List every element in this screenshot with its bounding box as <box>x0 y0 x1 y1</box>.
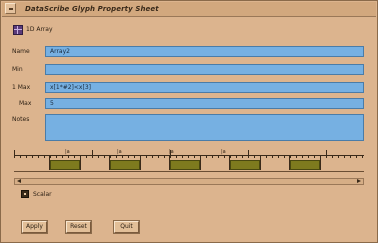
array-ruler[interactable]: |a |a |a |a <box>14 148 364 177</box>
min-label: Min <box>12 66 23 73</box>
reset-button[interactable]: Reset <box>65 220 92 234</box>
ruler-tick <box>134 155 135 158</box>
ruler-tick <box>56 155 57 158</box>
ruler-tick <box>290 155 291 158</box>
ruler-tick <box>26 155 27 158</box>
ruler-tick <box>158 155 159 158</box>
array-element-segment[interactable] <box>50 160 80 170</box>
ruler-tick <box>212 155 213 158</box>
array-element-segment[interactable] <box>170 160 200 170</box>
scalar-checkbox[interactable] <box>21 190 29 198</box>
horizontal-scrollbar[interactable] <box>14 178 364 185</box>
ruler-tick <box>128 155 129 158</box>
segment-boundary <box>140 156 141 170</box>
ruler-tick <box>206 155 207 158</box>
ruler-tick <box>176 155 177 158</box>
apply-button[interactable]: Apply <box>21 220 48 234</box>
notes-field[interactable] <box>45 114 364 141</box>
array-element-segment[interactable] <box>230 160 260 170</box>
name-label: Name <box>12 48 30 55</box>
one-max-field[interactable]: x[1*#2]<x[3] <box>45 82 364 93</box>
ruler-tick <box>182 155 183 158</box>
ruler-tick <box>284 155 285 158</box>
array-element-segment[interactable] <box>290 160 320 170</box>
segment-boundary <box>49 156 50 170</box>
window-title: DataScribe Glyph Property Sheet <box>25 5 159 13</box>
ruler-tick <box>236 155 237 158</box>
ruler-tick <box>338 155 339 158</box>
ruler-tick <box>224 155 225 158</box>
ruler-tick <box>122 155 123 158</box>
ruler-tick <box>38 155 39 158</box>
ruler-major-tick <box>92 150 93 158</box>
scalar-label: Scalar <box>33 191 52 198</box>
one-max-label: 1 Max <box>12 84 31 91</box>
segment-boundary <box>289 156 290 170</box>
ruler-tick <box>98 155 99 158</box>
ruler-major-tick <box>326 150 327 158</box>
ruler-baseline <box>14 155 364 156</box>
ruler-tick <box>44 155 45 158</box>
segment-boundary <box>260 156 261 170</box>
segment-boundary <box>109 156 110 170</box>
ruler-tick <box>194 155 195 158</box>
ruler-tick <box>110 155 111 158</box>
ruler-tick <box>344 155 345 158</box>
segment-boundary <box>169 156 170 170</box>
ruler-bottom-line <box>14 171 364 172</box>
ruler-tick <box>50 155 51 158</box>
array-element-segment[interactable] <box>110 160 140 170</box>
quit-button[interactable]: Quit <box>113 220 140 234</box>
array-type-label: 1D Array <box>26 26 53 33</box>
ruler-tick <box>86 155 87 158</box>
ruler-tick <box>164 155 165 158</box>
scroll-left-arrow-icon[interactable] <box>17 179 21 183</box>
ruler-tick <box>242 155 243 158</box>
min-field[interactable] <box>45 64 364 75</box>
ruler-tick <box>308 155 309 158</box>
ruler-tick <box>356 155 357 158</box>
name-field[interactable]: Array2 <box>45 46 364 57</box>
grid-icon <box>13 25 23 35</box>
ruler-tick <box>332 155 333 158</box>
ruler-tick <box>218 155 219 158</box>
ruler-tick <box>62 155 63 158</box>
segment-boundary <box>80 156 81 170</box>
title-bar: DataScribe Glyph Property Sheet <box>2 2 376 17</box>
ruler-tick <box>104 155 105 158</box>
ruler-tick <box>278 155 279 158</box>
window-menu-button[interactable] <box>5 3 16 14</box>
ruler-tick <box>230 155 231 158</box>
ruler-tick <box>266 155 267 158</box>
max-field[interactable]: 5 <box>45 98 364 109</box>
ruler-tick <box>68 155 69 158</box>
notes-label: Notes <box>12 116 30 123</box>
ruler-tick <box>146 155 147 158</box>
ruler-tick <box>314 155 315 158</box>
max-label: Max <box>19 100 32 107</box>
ruler-tick <box>74 155 75 158</box>
ruler-tick <box>188 155 189 158</box>
segment-boundary <box>320 156 321 170</box>
ruler-tick <box>362 155 363 158</box>
ruler-tick <box>302 155 303 158</box>
ruler-major-tick <box>248 150 249 158</box>
ruler-major-tick <box>170 150 171 158</box>
ruler-tick <box>20 155 21 158</box>
ruler-major-tick <box>14 150 15 158</box>
segment-boundary <box>229 156 230 170</box>
segment-boundary <box>200 156 201 170</box>
ruler-tick <box>152 155 153 158</box>
ruler-tick <box>254 155 255 158</box>
ruler-tick <box>272 155 273 158</box>
ruler-tick <box>296 155 297 158</box>
ruler-tick <box>116 155 117 158</box>
scroll-right-arrow-icon[interactable] <box>357 179 361 183</box>
ruler-tick <box>32 155 33 158</box>
ruler-tick <box>350 155 351 158</box>
